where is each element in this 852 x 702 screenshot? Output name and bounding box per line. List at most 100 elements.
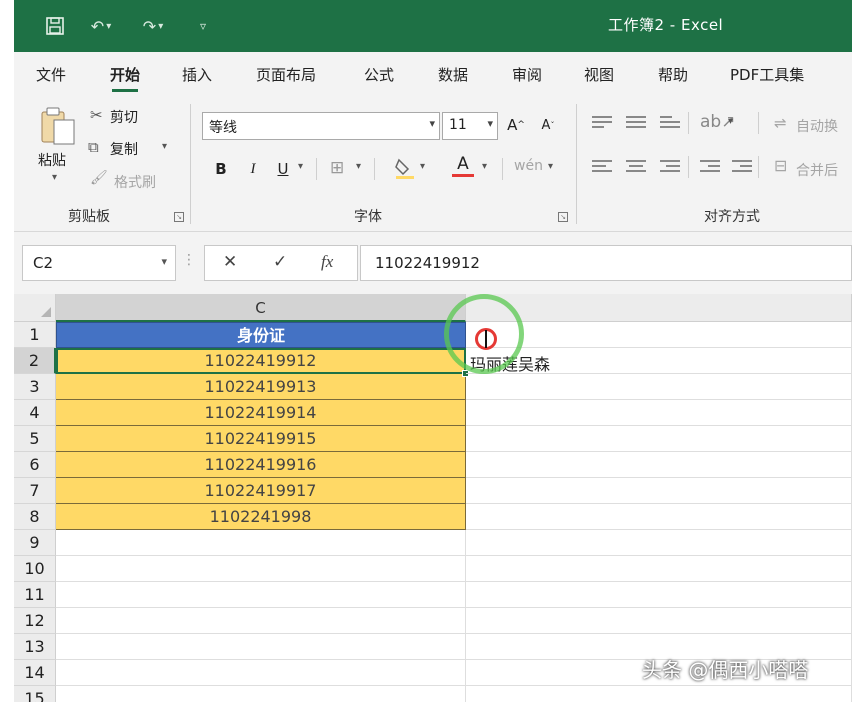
tab-page-layout[interactable]: 页面布局 <box>256 64 316 85</box>
tab-file[interactable]: 文件 <box>36 64 66 85</box>
underline-button[interactable]: U <box>272 156 294 182</box>
table-cell[interactable] <box>56 634 466 660</box>
copy-icon[interactable]: ⧉ <box>88 138 99 156</box>
redo-icon[interactable]: ↷ ▾ <box>136 14 170 38</box>
row-header[interactable]: 10 <box>14 556 56 582</box>
customize-qat-icon[interactable]: ▿ <box>194 14 212 38</box>
align-right-icon[interactable] <box>660 160 680 174</box>
shrink-font-button[interactable]: Aˇ <box>536 112 560 138</box>
table-cell[interactable] <box>56 686 466 702</box>
font-launcher-icon[interactable]: ↘ <box>558 212 568 222</box>
row-header[interactable]: 7 <box>14 478 56 504</box>
paste-icon[interactable] <box>36 106 80 146</box>
cut-icon[interactable]: ✂ <box>90 106 103 124</box>
clipboard-launcher-icon[interactable]: ↘ <box>174 212 184 222</box>
tab-review[interactable]: 审阅 <box>512 64 542 85</box>
formula-input[interactable]: 11022419912 <box>360 245 852 281</box>
tab-data[interactable]: 数据 <box>438 64 468 85</box>
table-cell-c2[interactable]: 11022419912 <box>56 348 466 374</box>
tab-insert[interactable]: 插入 <box>182 64 212 85</box>
cut-label[interactable]: 剪切 <box>110 107 138 127</box>
font-color-icon[interactable]: A <box>452 154 474 177</box>
table-cell[interactable]: 11022419916 <box>56 452 466 478</box>
italic-button[interactable]: I <box>242 156 264 182</box>
wrap-text-label[interactable]: 自动换 <box>796 116 838 136</box>
underline-dropdown-icon[interactable]: ▾ <box>298 161 303 172</box>
row-header[interactable]: 8 <box>14 504 56 530</box>
grow-font-button[interactable]: A ^ <box>504 112 528 138</box>
bold-button[interactable]: B <box>210 156 232 182</box>
copy-label[interactable]: 复制 <box>110 139 138 159</box>
table-cell[interactable] <box>466 426 852 452</box>
fill-color-dropdown-icon[interactable]: ▾ <box>420 161 425 172</box>
column-header-c[interactable]: C <box>56 294 466 322</box>
table-cell[interactable] <box>56 556 466 582</box>
orientation-dropdown-icon[interactable]: ▾ <box>728 116 733 127</box>
table-cell[interactable]: 11022419913 <box>56 374 466 400</box>
table-cell[interactable] <box>466 556 852 582</box>
decrease-indent-icon[interactable] <box>700 160 720 174</box>
copy-dropdown-icon[interactable]: ▾ <box>162 141 167 152</box>
table-cell[interactable] <box>466 452 852 478</box>
borders-icon[interactable]: ⊞ <box>330 158 344 178</box>
cancel-icon[interactable]: ✕ <box>223 252 237 272</box>
align-bottom-icon[interactable] <box>660 116 680 130</box>
table-cell[interactable] <box>56 530 466 556</box>
table-cell[interactable] <box>56 660 466 686</box>
table-cell[interactable] <box>466 504 852 530</box>
format-painter-icon[interactable]: 🖌 <box>90 170 108 186</box>
phonetic-dropdown-icon[interactable]: ▾ <box>548 161 553 172</box>
enter-icon[interactable]: ✓ <box>273 252 287 272</box>
table-header-cell[interactable]: 身份证 <box>56 322 466 348</box>
row-header[interactable]: 13 <box>14 634 56 660</box>
tab-view[interactable]: 视图 <box>584 64 614 85</box>
table-cell[interactable] <box>56 582 466 608</box>
column-header-d[interactable] <box>466 294 852 322</box>
fill-color-icon[interactable] <box>394 156 416 184</box>
row-header[interactable]: 6 <box>14 452 56 478</box>
row-header[interactable]: 2 <box>14 348 56 374</box>
row-header[interactable]: 5 <box>14 426 56 452</box>
row-header[interactable]: 9 <box>14 530 56 556</box>
row-header[interactable]: 3 <box>14 374 56 400</box>
borders-dropdown-icon[interactable]: ▾ <box>356 161 361 172</box>
table-cell[interactable] <box>466 530 852 556</box>
phonetic-guide-icon[interactable]: wén <box>514 158 543 174</box>
select-all-corner[interactable] <box>14 294 56 322</box>
table-cell[interactable] <box>466 582 852 608</box>
merge-center-label[interactable]: 合并后 <box>796 160 838 180</box>
wrap-text-icon[interactable]: ⇌ <box>774 114 787 132</box>
table-cell[interactable]: 11022419914 <box>56 400 466 426</box>
row-header[interactable]: 4 <box>14 400 56 426</box>
table-cell[interactable] <box>466 686 852 702</box>
align-center-icon[interactable] <box>626 160 646 174</box>
font-name-select[interactable]: 等线 ▾ <box>202 112 440 140</box>
row-header[interactable]: 15 <box>14 686 56 702</box>
insert-function-icon[interactable]: fx <box>321 252 333 272</box>
table-cell[interactable] <box>466 400 852 426</box>
font-color-dropdown-icon[interactable]: ▾ <box>482 161 487 172</box>
table-cell[interactable] <box>56 608 466 634</box>
font-size-select[interactable]: 11 ▾ <box>442 112 498 140</box>
row-header[interactable]: 14 <box>14 660 56 686</box>
paste-dropdown-icon[interactable]: ▾ <box>52 172 57 183</box>
row-header[interactable]: 12 <box>14 608 56 634</box>
increase-indent-icon[interactable] <box>732 160 752 174</box>
row-header[interactable]: 11 <box>14 582 56 608</box>
tab-formulas[interactable]: 公式 <box>364 64 394 85</box>
table-cell[interactable] <box>466 608 852 634</box>
align-left-icon[interactable] <box>592 160 612 174</box>
save-icon[interactable] <box>42 14 68 38</box>
tab-pdf-tools[interactable]: PDF工具集 <box>730 64 804 85</box>
table-cell[interactable]: 11022419917 <box>56 478 466 504</box>
tab-help[interactable]: 帮助 <box>658 64 688 85</box>
table-cell[interactable] <box>466 478 852 504</box>
align-top-icon[interactable] <box>592 116 612 130</box>
paste-label[interactable]: 粘贴 <box>38 150 66 170</box>
name-box[interactable]: C2 ▾ <box>22 245 176 281</box>
table-cell[interactable]: 1102241998 <box>56 504 466 530</box>
merge-center-icon[interactable]: ⊟ <box>774 156 787 175</box>
format-painter-label[interactable]: 格式刷 <box>114 172 156 192</box>
align-middle-icon[interactable] <box>626 116 646 130</box>
row-header[interactable]: 1 <box>14 322 56 348</box>
